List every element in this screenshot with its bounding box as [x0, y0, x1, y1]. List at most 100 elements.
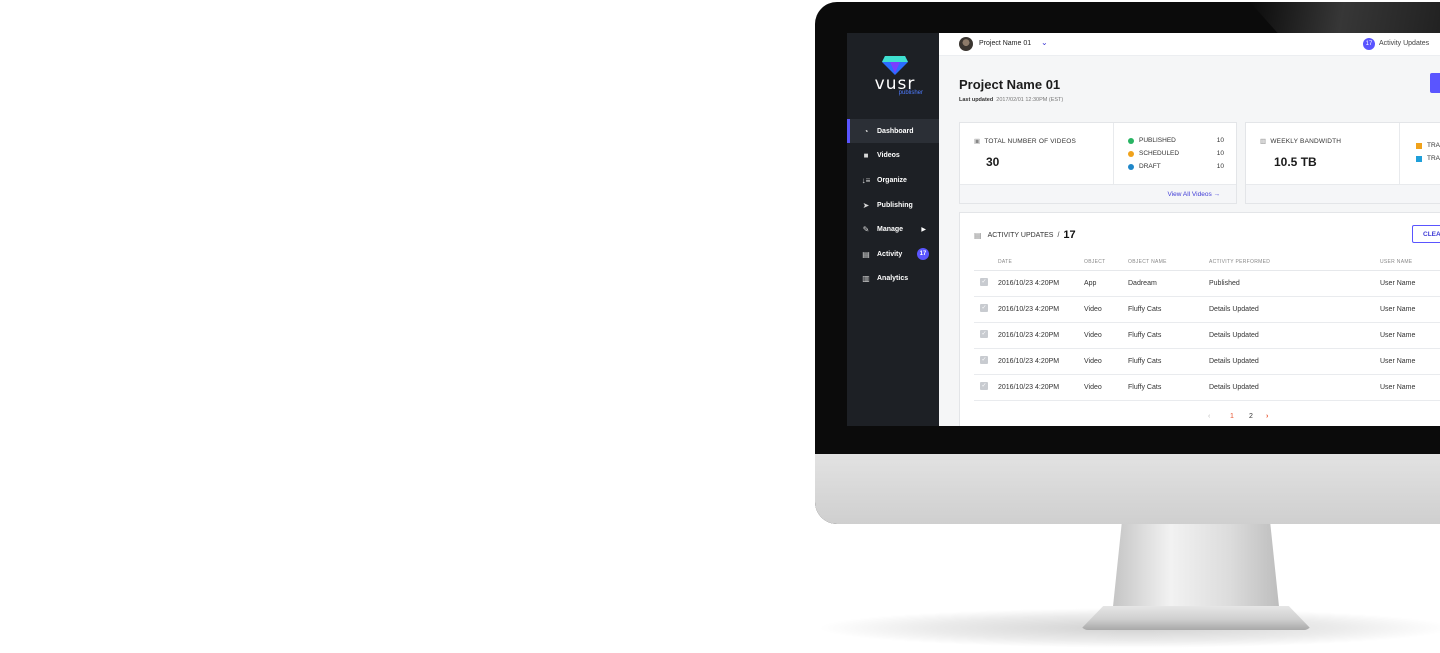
legend-tra-1: TRA [1416, 142, 1440, 149]
primary-action-button[interactable] [1430, 73, 1440, 93]
activity-badge[interactable]: 17 [1363, 38, 1375, 50]
legend-label: DRAFT [1139, 163, 1161, 170]
cell-object: Video [1084, 306, 1102, 313]
card-title: ▣ TOTAL NUMBER OF VIDEOS [974, 137, 1076, 145]
activity-count-badge: 17 [917, 248, 929, 260]
page-1-button[interactable]: 1 [1230, 413, 1234, 420]
activity-header: ▤ ACTIVITY UPDATES / 17 [974, 229, 1076, 241]
legend-value: 10 [1216, 150, 1224, 157]
card-footer: Vi [1246, 184, 1440, 203]
card-footer: View All Videos → [960, 184, 1236, 203]
clear-button[interactable]: CLEA [1412, 225, 1440, 243]
page-title: Project Name 01 [959, 77, 1061, 92]
row-checkbox[interactable]: ✓ [980, 304, 988, 312]
legend-label: TRA [1427, 155, 1440, 162]
cell-object: App [1084, 280, 1097, 287]
cell-user: User Name [1380, 306, 1416, 313]
legend-value: 10 [1216, 137, 1224, 144]
videos-summary-card: ▣ TOTAL NUMBER OF VIDEOS 30 PUBLISHED 10 … [959, 122, 1237, 204]
col-user-name[interactable]: USER NAME [1380, 259, 1412, 265]
legend-label: PUBLISHED [1139, 137, 1176, 144]
table-row[interactable]: ✓ 2016/10/23 4:20PM Video Fluffy Cats De… [974, 322, 1440, 349]
cell-object: Video [1084, 384, 1102, 391]
last-updated-value: 2017/02/01 12:30PM (EST) [996, 97, 1064, 103]
cell-date: 2016/10/23 4:20PM [998, 280, 1060, 287]
cell-activity: Details Updated [1209, 306, 1259, 313]
avatar[interactable] [959, 37, 973, 51]
sidebar-item-dashboard[interactable]: ◔ Dashboard [847, 119, 939, 143]
sidebar-item-label: Manage [877, 225, 904, 233]
app-screen: vusr publisher ◔ Dashboard ■ Videos ↓≡ O… [847, 33, 1440, 426]
legend-label: SCHEDULED [1139, 150, 1180, 157]
scheduled-dot [1128, 150, 1134, 157]
cell-date: 2016/10/23 4:20PM [998, 306, 1060, 313]
cell-object: Video [1084, 332, 1102, 339]
sidebar-item-organize[interactable]: ↓≡ Organize [847, 168, 939, 192]
monitor-stand-base [1080, 606, 1312, 630]
table-row[interactable]: ✓ 2016/10/23 4:20PM App Dadream Publishe… [974, 270, 1440, 297]
legend-scheduled: SCHEDULED 10 [1128, 150, 1224, 157]
sidebar-item-label: Publishing [877, 201, 913, 209]
sidebar-item-publishing[interactable]: ➤ Publishing [847, 193, 939, 217]
document-icon: ▤ [974, 230, 982, 240]
chevron-right-icon: ▶ [921, 226, 926, 233]
cell-activity: Details Updated [1209, 332, 1259, 339]
file-icon: ▣ [974, 138, 981, 145]
bandwidth-card-title: WEEKLY BANDWIDTH [1270, 138, 1342, 145]
cell-object-name: Fluffy Cats [1128, 306, 1162, 313]
table-row[interactable]: ✓ 2016/10/23 4:20PM Video Fluffy Cats De… [974, 296, 1440, 323]
project-selector[interactable]: Project Name 01 [979, 40, 1031, 47]
prev-page-button[interactable]: ‹ [1208, 413, 1210, 420]
activity-title: ACTIVITY UPDATES [987, 231, 1054, 239]
bandwidth-card: ▥WEEKLY BANDWIDTH 10.5 TB TRA TRA Vi [1245, 122, 1440, 204]
sidebar-item-videos[interactable]: ■ Videos [847, 143, 939, 167]
col-object-name[interactable]: OBJECT NAME [1128, 259, 1167, 265]
cell-object-name: Fluffy Cats [1128, 384, 1162, 391]
last-updated-label: Last updated [959, 97, 994, 103]
cell-user: User Name [1380, 358, 1416, 365]
col-date[interactable]: DATE [998, 259, 1012, 265]
legend-label: TRA [1427, 142, 1440, 149]
title-separator: / [1057, 231, 1060, 239]
sidebar-item-manage[interactable]: ✎ Manage ▶ [847, 217, 939, 241]
chevron-down-icon[interactable]: ⌄ [1041, 38, 1048, 47]
sidebar-item-analytics[interactable]: ▥ Analytics [847, 266, 939, 290]
cell-user: User Name [1380, 332, 1416, 339]
pagination: ‹ 1 2 › [1208, 413, 1288, 425]
sidebar-item-label: Dashboard [877, 127, 914, 135]
bezel-reflection [1250, 2, 1440, 33]
legend-published: PUBLISHED 10 [1128, 137, 1224, 144]
row-checkbox[interactable]: ✓ [980, 278, 988, 286]
cell-object-name: Fluffy Cats [1128, 358, 1162, 365]
legend-swatch [1416, 155, 1422, 162]
sidebar-item-label: Activity [877, 250, 903, 258]
diamond-logo-icon [882, 56, 908, 75]
row-checkbox[interactable]: ✓ [980, 382, 988, 390]
card-title: ▥ WEEKLY BANDWIDTH [1260, 137, 1341, 145]
row-checkbox[interactable]: ✓ [980, 330, 988, 338]
legend-value: 10 [1216, 163, 1224, 170]
cell-activity: Details Updated [1209, 384, 1259, 391]
bar-chart-icon: ▥ [1260, 138, 1267, 145]
table-row[interactable]: ✓ 2016/10/23 4:20PM Video Fluffy Cats De… [974, 348, 1440, 375]
cell-date: 2016/10/23 4:20PM [998, 384, 1060, 391]
col-object[interactable]: OBJECT [1084, 259, 1106, 265]
activity-updates-link[interactable]: Activity Updates [1379, 40, 1429, 47]
row-checkbox[interactable]: ✓ [980, 356, 988, 364]
video-icon: ■ [863, 150, 869, 160]
monitor: vusr publisher ◔ Dashboard ■ Videos ↓≡ O… [815, 2, 1440, 524]
cell-user: User Name [1380, 280, 1416, 287]
cell-user: User Name [1380, 384, 1416, 391]
next-page-button[interactable]: › [1266, 413, 1268, 420]
view-all-videos-link[interactable]: View All Videos → [1167, 191, 1220, 198]
sidebar-item-activity[interactable]: ▤ Activity 17 [847, 242, 939, 266]
activity-count: 17 [1063, 229, 1076, 241]
table-row[interactable]: ✓ 2016/10/23 4:20PM Video Fluffy Cats De… [974, 374, 1440, 401]
published-dot [1128, 137, 1134, 144]
top-bar: Project Name 01 ⌄ 17 Activity Updates [939, 33, 1440, 56]
sidebar: vusr publisher ◔ Dashboard ■ Videos ↓≡ O… [847, 33, 939, 426]
page-2-button[interactable]: 2 [1249, 413, 1253, 420]
brand-logo[interactable]: vusr publisher [867, 55, 923, 105]
bandwidth-panel: ▥ WEEKLY BANDWIDTH 10.5 TB [1246, 123, 1400, 184]
col-activity[interactable]: ACTIVITY PERFORMED [1209, 259, 1270, 265]
